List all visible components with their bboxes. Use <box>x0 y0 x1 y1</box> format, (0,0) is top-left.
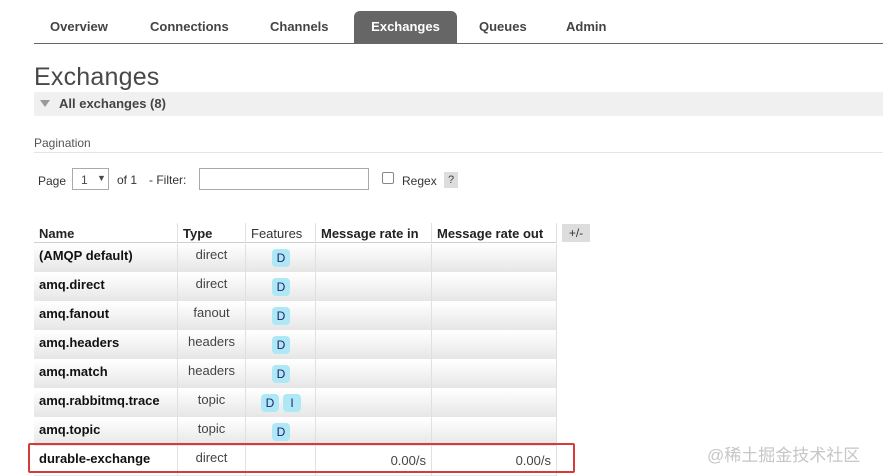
exchange-type: fanout <box>178 302 246 331</box>
message-rate-out <box>432 273 557 302</box>
durable-badge: D <box>272 336 290 354</box>
pagination-divider <box>34 152 883 153</box>
pagination-label: Pagination <box>34 136 91 150</box>
exchange-features: D <box>246 273 316 302</box>
chevron-down-icon: ▼ <box>97 173 106 183</box>
table-row[interactable]: amq.headers headers D <box>34 331 557 360</box>
exchange-type: direct <box>178 244 246 273</box>
watermark: @稀土掘金技术社区 <box>707 446 861 465</box>
header-rate-in[interactable]: Message rate in <box>316 223 432 243</box>
regex-checkbox[interactable] <box>382 172 394 184</box>
exchange-name-link[interactable]: (AMQP default) <box>34 244 178 273</box>
table-row[interactable]: (AMQP default) direct D <box>34 244 557 273</box>
durable-badge: D <box>272 365 290 383</box>
message-rate-in <box>316 244 432 273</box>
message-rate-out <box>432 244 557 273</box>
header-type[interactable]: Type <box>178 223 246 243</box>
internal-badge: I <box>283 394 301 412</box>
message-rate-in <box>316 389 432 418</box>
table-row[interactable]: amq.match headers D <box>34 360 557 389</box>
message-rate-in <box>316 302 432 331</box>
exchange-name-link[interactable]: amq.fanout <box>34 302 178 331</box>
page-text: Page <box>38 174 67 188</box>
durable-badge: D <box>261 394 279 412</box>
filter-input[interactable] <box>199 168 369 190</box>
durable-badge: D <box>272 423 290 441</box>
exchange-name-link[interactable]: amq.rabbitmq.trace <box>34 389 178 418</box>
page-select[interactable]: 1 ▼ <box>72 168 109 190</box>
all-exchanges-section-toggle[interactable]: All exchanges (8) <box>34 92 883 116</box>
table-row[interactable]: amq.rabbitmq.trace topic D I <box>34 389 557 418</box>
tab-connections[interactable]: Connections <box>150 11 229 43</box>
exchange-features: D <box>246 360 316 389</box>
exchange-type: topic <box>178 389 246 418</box>
exchange-type: headers <box>178 331 246 360</box>
durable-badge: D <box>272 249 290 267</box>
tab-channels[interactable]: Channels <box>270 11 329 43</box>
message-rate-in <box>316 360 432 389</box>
exchange-features: D <box>246 244 316 273</box>
page-select-value: 1 <box>81 173 88 187</box>
highlight-box <box>28 443 575 473</box>
exchange-features: DI <box>246 389 316 418</box>
exchange-type: direct <box>178 273 246 302</box>
message-rate-out <box>432 302 557 331</box>
durable-badge: D <box>272 307 290 325</box>
message-rate-in <box>316 331 432 360</box>
section-label: All exchanges (8) <box>59 96 166 111</box>
exchange-name-link[interactable]: amq.headers <box>34 331 178 360</box>
collapse-triangle-icon <box>40 100 50 107</box>
header-features: Features <box>246 223 316 243</box>
regex-help-button[interactable]: ? <box>444 172 458 188</box>
table-row[interactable]: amq.direct direct D <box>34 273 557 302</box>
regex-label: Regex <box>402 174 437 188</box>
message-rate-out <box>432 360 557 389</box>
table-row[interactable]: amq.fanout fanout D <box>34 302 557 331</box>
exchange-name-link[interactable]: amq.match <box>34 360 178 389</box>
message-rate-out <box>432 389 557 418</box>
message-rate-in <box>316 273 432 302</box>
nav-tabs: Overview Connections Channels Exchanges … <box>34 11 883 44</box>
tab-admin[interactable]: Admin <box>566 11 606 43</box>
message-rate-out <box>432 331 557 360</box>
header-rate-out[interactable]: Message rate out <box>432 223 557 243</box>
durable-badge: D <box>272 278 290 296</box>
page-of-text: of 1 <box>117 173 138 187</box>
exchange-type: headers <box>178 360 246 389</box>
filter-label: - Filter: <box>149 173 187 187</box>
tab-queues[interactable]: Queues <box>479 11 527 43</box>
tab-overview[interactable]: Overview <box>50 11 108 43</box>
tab-exchanges[interactable]: Exchanges <box>354 11 457 43</box>
toggle-columns-button[interactable]: +/- <box>562 224 590 242</box>
exchange-name-link[interactable]: amq.direct <box>34 273 178 302</box>
exchange-features: D <box>246 302 316 331</box>
exchange-features: D <box>246 331 316 360</box>
header-name[interactable]: Name <box>34 223 178 243</box>
page-title: Exchanges <box>34 63 160 91</box>
